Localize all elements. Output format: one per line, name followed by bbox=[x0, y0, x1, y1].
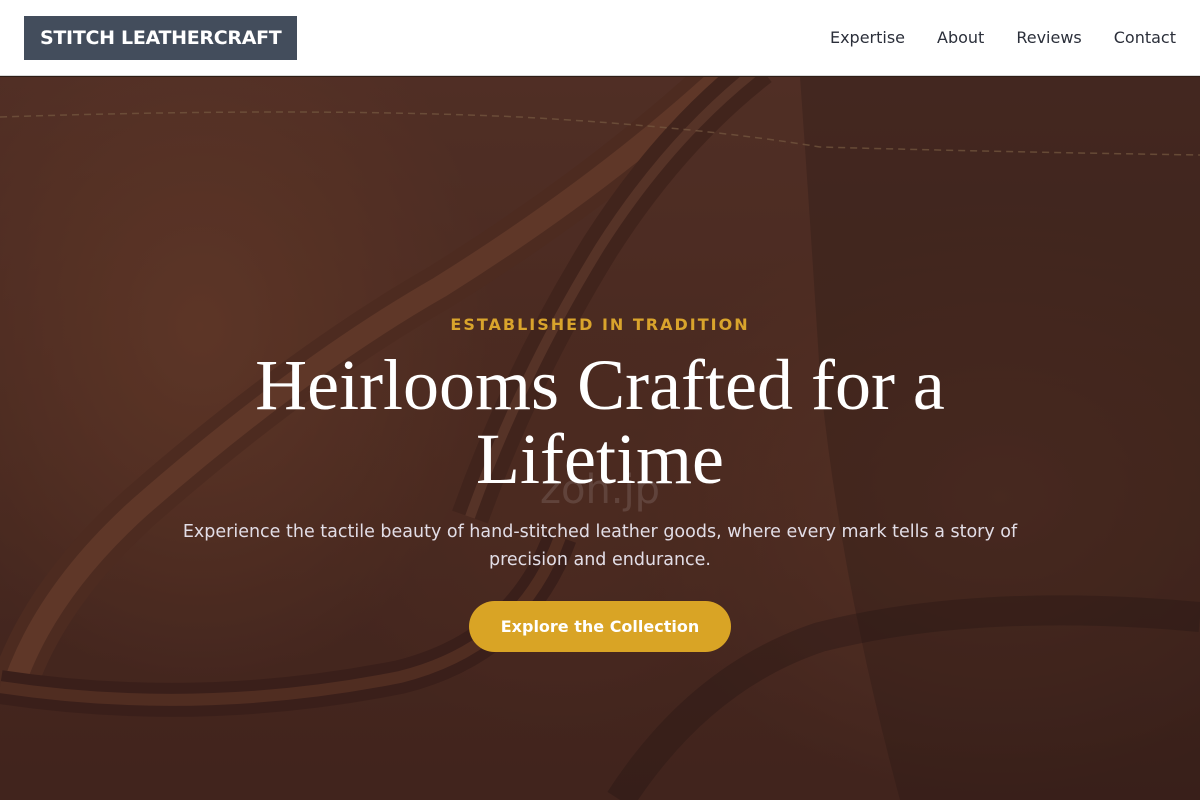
site-logo[interactable]: STITCH LEATHERCRAFT bbox=[24, 15, 298, 60]
nav-link-about[interactable]: About bbox=[937, 28, 984, 47]
hero-title: Heirlooms Crafted for a Lifetime bbox=[255, 345, 945, 499]
site-header: STITCH LEATHERCRAFT Expertise About Revi… bbox=[0, 0, 1200, 76]
hero-eyebrow: ESTABLISHED IN TRADITION bbox=[450, 315, 750, 334]
hero-section: zoh.jp ESTABLISHED IN TRADITION Heirloom… bbox=[0, 77, 1200, 800]
nav-link-contact[interactable]: Contact bbox=[1114, 28, 1176, 47]
nav-link-expertise[interactable]: Expertise bbox=[830, 28, 905, 47]
nav-link-reviews[interactable]: Reviews bbox=[1016, 28, 1081, 47]
hero-subtitle: Experience the tactile beauty of hand-st… bbox=[182, 522, 1018, 570]
hero-content: ESTABLISHED IN TRADITION Heirlooms Craft… bbox=[0, 77, 1200, 800]
main-nav: Expertise About Reviews Contact bbox=[830, 28, 1176, 47]
explore-collection-button[interactable]: Explore the Collection bbox=[468, 601, 732, 652]
